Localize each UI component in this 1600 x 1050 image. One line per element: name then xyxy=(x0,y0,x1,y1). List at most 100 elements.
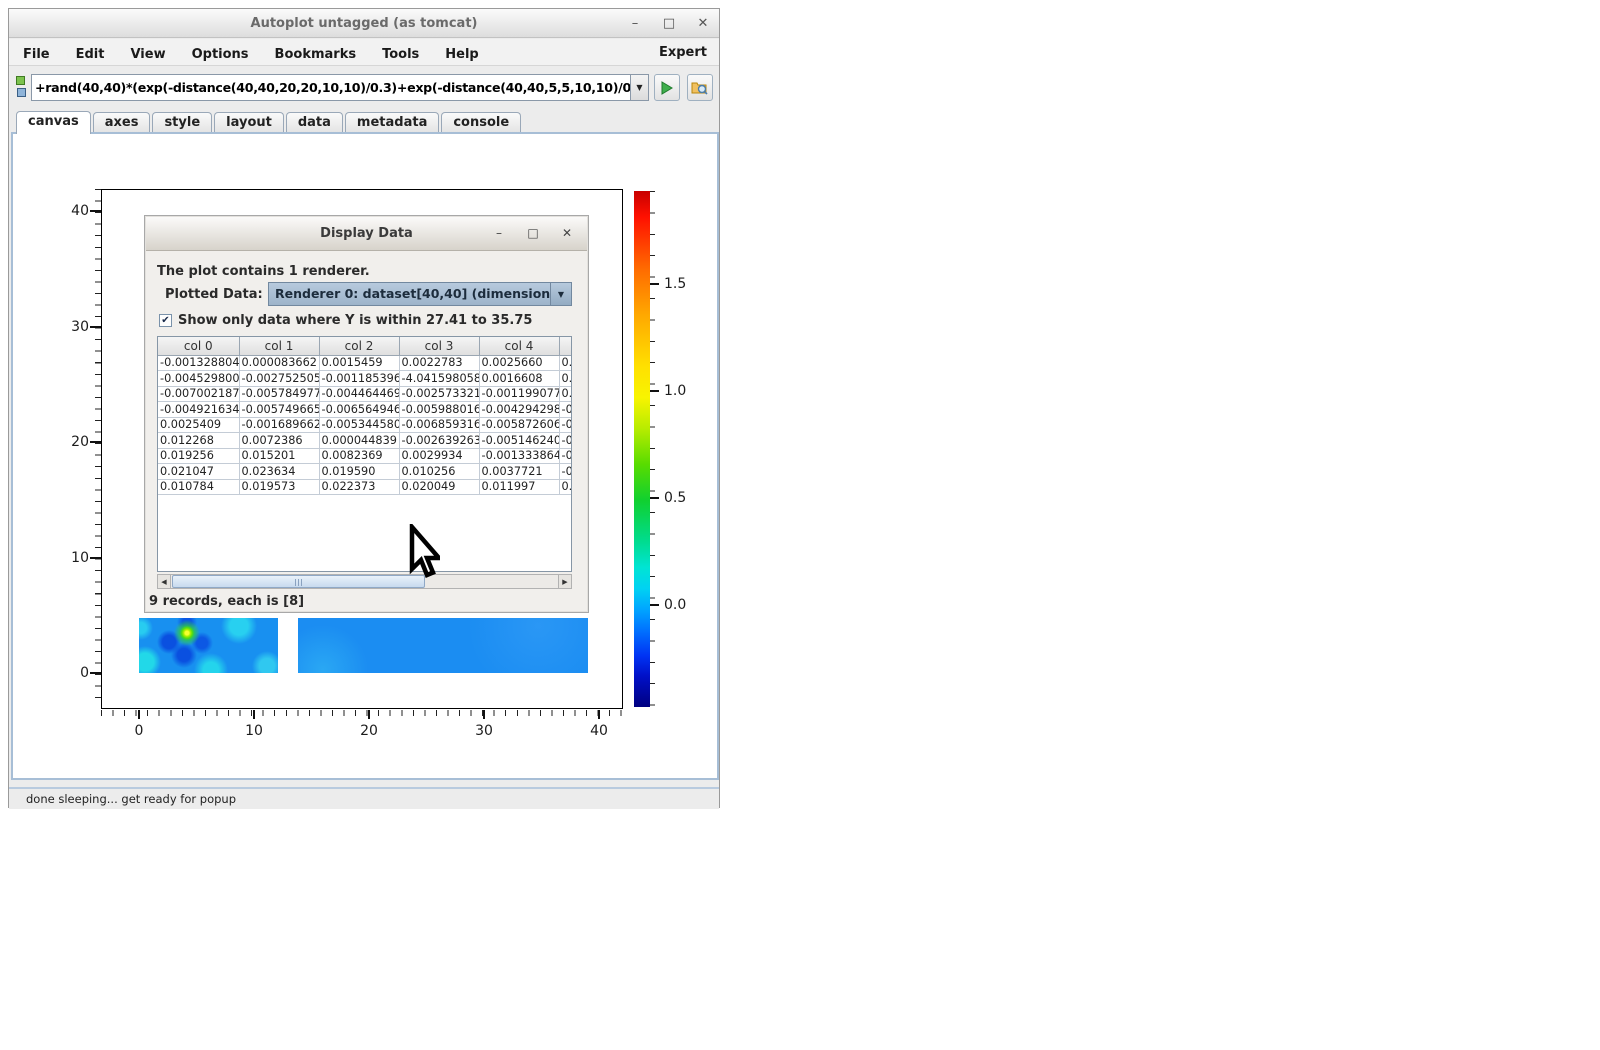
minimize-icon[interactable]: – xyxy=(627,16,643,31)
table-cell-r0-c0[interactable]: -0.001328804... xyxy=(158,355,239,371)
table-cell-r8-c0[interactable]: 0.010784 xyxy=(158,479,239,495)
table-cell-r6-c5[interactable]: -0.0 xyxy=(559,448,572,464)
table-cell-r6-c3[interactable]: 0.0029934 xyxy=(399,448,479,464)
table-header-col-2[interactable]: col 2 xyxy=(319,337,399,355)
menu-item-expert[interactable]: Expert xyxy=(659,45,707,60)
y-axis-tick-label: 40 xyxy=(47,203,89,219)
table-cell-r6-c1[interactable]: 0.015201 xyxy=(239,448,319,464)
table-header-col-3[interactable]: col 3 xyxy=(399,337,479,355)
table-cell-r8-c4[interactable]: 0.011997 xyxy=(479,479,559,495)
table-cell-r6-c0[interactable]: 0.019256 xyxy=(158,448,239,464)
table-cell-r0-c4[interactable]: 0.0025660 xyxy=(479,355,559,371)
tab-axes[interactable]: axes xyxy=(93,112,151,133)
scroll-right-icon[interactable]: ▶ xyxy=(558,575,571,588)
window-titlebar[interactable]: Autoplot untagged (as tomcat) xyxy=(9,9,719,38)
table-cell-r5-c3[interactable]: -0.002639263... xyxy=(399,433,479,449)
scrollbar-thumb[interactable] xyxy=(172,575,425,588)
table-cell-r4-c5[interactable]: -0.0 xyxy=(559,417,572,433)
menu-item-view[interactable]: View xyxy=(130,47,165,62)
dialog-minimize-icon[interactable]: – xyxy=(492,226,506,240)
scroll-left-icon[interactable]: ◀ xyxy=(158,575,171,588)
table-cell-r0-c2[interactable]: 0.0015459 xyxy=(319,355,399,371)
table-cell-r2-c0[interactable]: -0.007002187... xyxy=(158,386,239,402)
table-cell-r2-c4[interactable]: -0.001199077... xyxy=(479,386,559,402)
menu-item-tools[interactable]: Tools xyxy=(382,47,419,62)
close-icon[interactable]: ✕ xyxy=(695,16,711,31)
table-cell-r8-c3[interactable]: 0.020049 xyxy=(399,479,479,495)
table-cell-r2-c5[interactable]: 0.00 xyxy=(559,386,572,402)
table-cell-r7-c5[interactable]: -0.0 xyxy=(559,464,572,480)
maximize-icon[interactable]: □ xyxy=(661,16,677,31)
table-cell-r7-c1[interactable]: 0.023634 xyxy=(239,464,319,480)
tab-console[interactable]: console xyxy=(441,112,521,133)
dialog-maximize-icon[interactable]: □ xyxy=(526,226,540,240)
table-cell-r8-c1[interactable]: 0.019573 xyxy=(239,479,319,495)
plotted-data-select[interactable]: Renderer 0: dataset[40,40] (dimension... xyxy=(268,282,572,306)
table-cell-r5-c2[interactable]: 0.000044839 xyxy=(319,433,399,449)
tab-style[interactable]: style xyxy=(152,112,212,133)
heatmap-left-region xyxy=(139,618,278,673)
browse-button[interactable] xyxy=(687,74,713,101)
table-cell-r5-c1[interactable]: 0.0072386 xyxy=(239,433,319,449)
colorbar[interactable] xyxy=(634,191,650,707)
table-header-col-5[interactable] xyxy=(559,337,572,355)
table-cell-r1-c3[interactable]: -4.041598058... xyxy=(399,371,479,387)
menu-item-options[interactable]: Options xyxy=(192,47,249,62)
plotted-data-select-arrow[interactable]: ▼ xyxy=(550,282,572,306)
table-cell-r7-c0[interactable]: 0.021047 xyxy=(158,464,239,480)
table-cell-r7-c3[interactable]: 0.010256 xyxy=(399,464,479,480)
table-cell-r3-c3[interactable]: -0.005988016... xyxy=(399,402,479,418)
table-header-col-1[interactable]: col 1 xyxy=(239,337,319,355)
menu-item-bookmarks[interactable]: Bookmarks xyxy=(275,47,357,62)
table-header-col-0[interactable]: col 0 xyxy=(158,337,239,355)
y-axis-tick-label: 0 xyxy=(47,665,89,681)
table-header-col-4[interactable]: col 4 xyxy=(479,337,559,355)
dialog-close-icon[interactable]: ✕ xyxy=(560,226,574,240)
table-cell-r4-c1[interactable]: -0.001689662... xyxy=(239,417,319,433)
tab-layout[interactable]: layout xyxy=(214,112,284,133)
table-cell-r1-c5[interactable]: 0.00 xyxy=(559,371,572,387)
table-cell-r0-c1[interactable]: 0.000083662 xyxy=(239,355,319,371)
table-cell-r8-c5[interactable]: 0.00 xyxy=(559,479,572,495)
table-cell-r4-c3[interactable]: -0.006859316... xyxy=(399,417,479,433)
table-cell-r4-c4[interactable]: -0.005872606... xyxy=(479,417,559,433)
menubar: File Edit View Options Bookmarks Tools Help Ex… xyxy=(9,39,719,66)
table-cell-r3-c5[interactable]: -0.0 xyxy=(559,402,572,418)
table-cell-r4-c0[interactable]: 0.0025409 xyxy=(158,417,239,433)
tab-metadata[interactable]: metadata xyxy=(345,112,439,133)
table-cell-r1-c0[interactable]: -0.004529800... xyxy=(158,371,239,387)
table-cell-r2-c2[interactable]: -0.004464469... xyxy=(319,386,399,402)
table-cell-r4-c2[interactable]: -0.005344580... xyxy=(319,417,399,433)
go-button[interactable] xyxy=(654,74,680,101)
filter-checkbox[interactable]: ✔ xyxy=(159,314,172,327)
tab-data[interactable]: data xyxy=(286,112,343,133)
table-horizontal-scrollbar[interactable]: ◀ ▶ xyxy=(157,574,572,589)
tab-canvas[interactable]: canvas xyxy=(16,111,91,134)
address-dropdown-button[interactable]: ▼ xyxy=(631,74,649,101)
menu-item-help[interactable]: Help xyxy=(445,47,478,62)
menu-item-edit[interactable]: Edit xyxy=(76,47,105,62)
table-cell-r0-c5[interactable]: 0.00 xyxy=(559,355,572,371)
address-input[interactable]: +rand(40,40)*(exp(-distance(40,40,20,20,… xyxy=(31,74,631,101)
table-cell-r2-c1[interactable]: -0.005784977... xyxy=(239,386,319,402)
table-cell-r5-c5[interactable]: -0.0 xyxy=(559,433,572,449)
display-data-dialog: Display Data – □ ✕ The plot contains 1 r… xyxy=(144,215,589,613)
table-row: 0.0210470.0236340.0195900.0102560.003772… xyxy=(158,464,572,480)
menu-item-file[interactable]: File xyxy=(23,47,50,62)
table-cell-r3-c0[interactable]: -0.004921634... xyxy=(158,402,239,418)
table-cell-r0-c3[interactable]: 0.0022783 xyxy=(399,355,479,371)
table-cell-r5-c4[interactable]: -0.005146240... xyxy=(479,433,559,449)
table-cell-r7-c4[interactable]: 0.0037721 xyxy=(479,464,559,480)
table-cell-r8-c2[interactable]: 0.022373 xyxy=(319,479,399,495)
table-cell-r3-c1[interactable]: -0.005749665... xyxy=(239,402,319,418)
table-cell-r1-c4[interactable]: 0.0016608 xyxy=(479,371,559,387)
table-cell-r2-c3[interactable]: -0.002573321... xyxy=(399,386,479,402)
table-cell-r7-c2[interactable]: 0.019590 xyxy=(319,464,399,480)
table-cell-r1-c1[interactable]: -0.002752505... xyxy=(239,371,319,387)
table-cell-r3-c2[interactable]: -0.006564946... xyxy=(319,402,399,418)
table-cell-r1-c2[interactable]: -0.001185396... xyxy=(319,371,399,387)
table-cell-r6-c2[interactable]: 0.0082369 xyxy=(319,448,399,464)
table-cell-r6-c4[interactable]: -0.001333864... xyxy=(479,448,559,464)
table-cell-r3-c4[interactable]: -0.004294298... xyxy=(479,402,559,418)
table-cell-r5-c0[interactable]: 0.012268 xyxy=(158,433,239,449)
